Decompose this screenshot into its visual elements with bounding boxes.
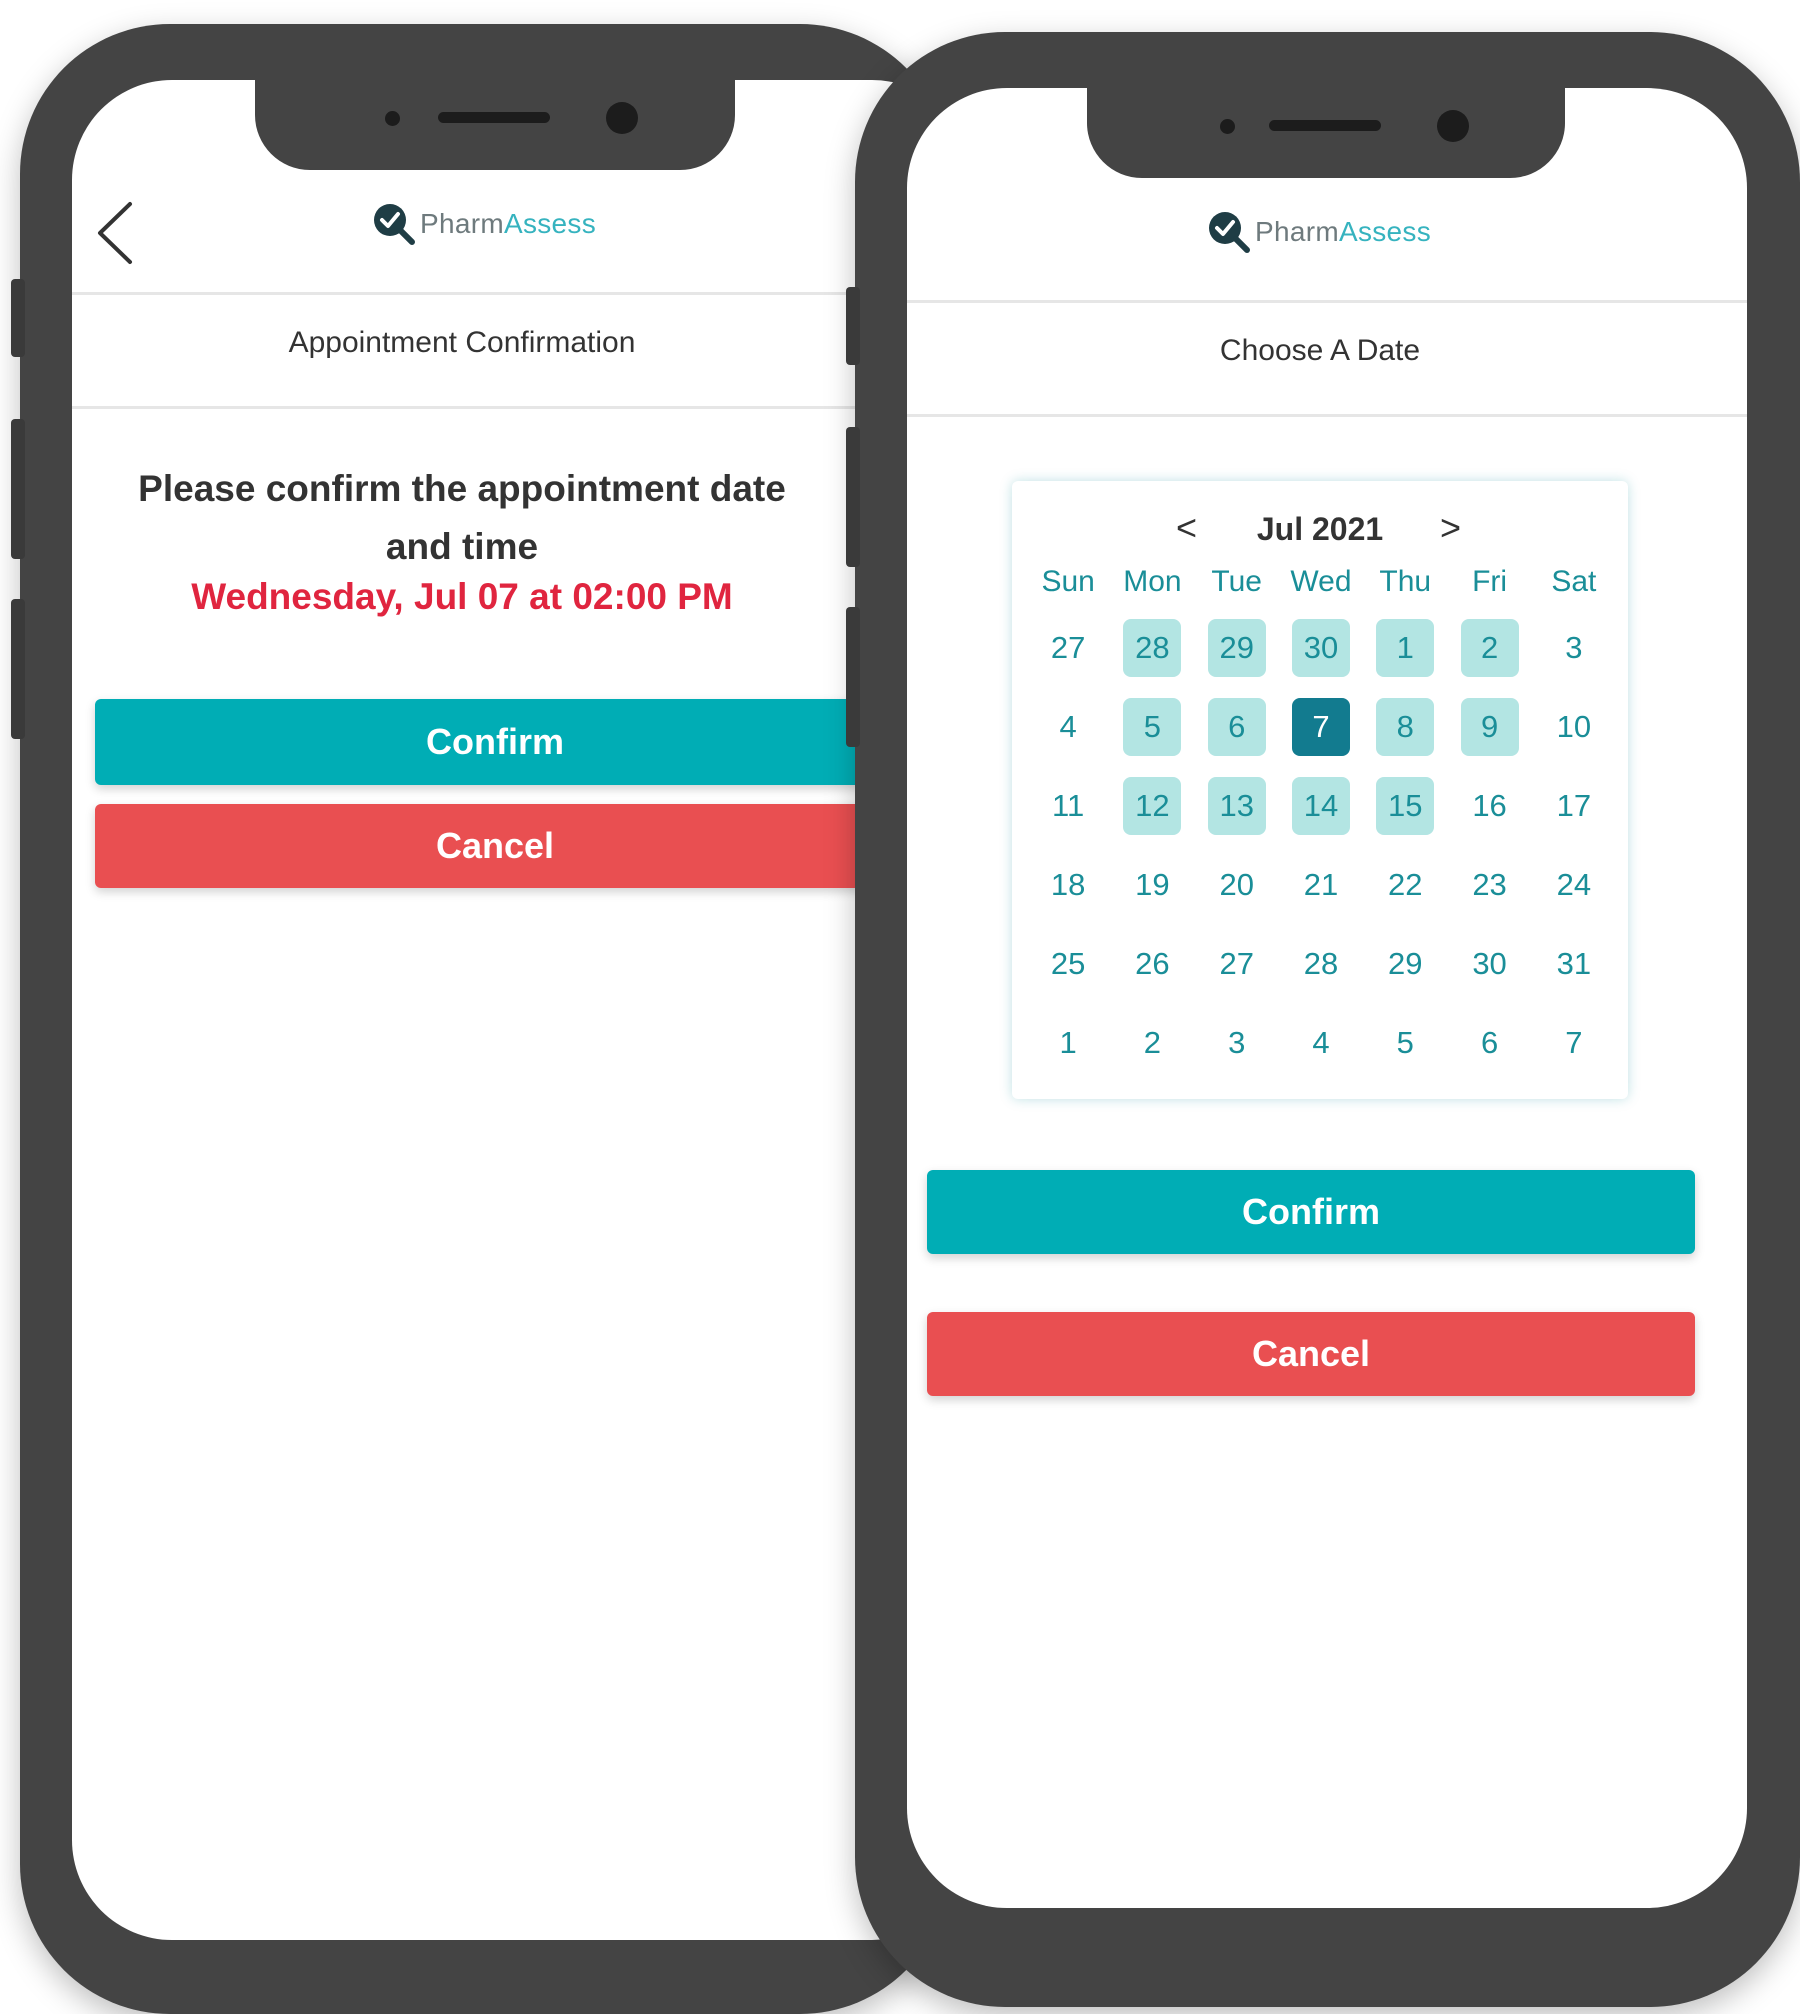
calendar-day[interactable]: 8 <box>1376 698 1435 756</box>
calendar-day[interactable]: 23 <box>1461 856 1519 914</box>
calendar-day[interactable]: 29 <box>1376 935 1434 993</box>
calendar-day[interactable]: 6 <box>1207 698 1266 756</box>
calendar-day[interactable]: 21 <box>1292 856 1350 914</box>
calendar-day[interactable]: 7 <box>1545 1014 1603 1072</box>
front-camera <box>1437 110 1469 142</box>
calendar-day[interactable]: 24 <box>1545 856 1603 914</box>
calendar-day[interactable]: 13 <box>1207 777 1266 835</box>
calendar-day[interactable]: 31 <box>1545 935 1603 993</box>
phone-notch <box>255 78 735 170</box>
check-magnifier-icon <box>372 202 416 246</box>
check-magnifier-icon <box>1207 210 1251 254</box>
calendar-day[interactable]: 2 <box>1123 1014 1181 1072</box>
screen-appointment-confirmation: PharmAssess Appointment Confirmation Ple… <box>72 80 972 1940</box>
calendar-day[interactable]: 26 <box>1123 935 1181 993</box>
calendar-day[interactable]: 16 <box>1461 777 1519 835</box>
calendar-day[interactable]: 17 <box>1545 777 1603 835</box>
logo-wordmark: PharmAssess <box>1255 216 1432 247</box>
calendar-day[interactable]: 3 <box>1208 1014 1266 1072</box>
phone-frame-left: PharmAssess Appointment Confirmation Ple… <box>11 24 972 2014</box>
calendar-day[interactable]: 30 <box>1461 935 1519 993</box>
calendar-day[interactable]: 10 <box>1545 698 1603 756</box>
weekday-label: Sun <box>1041 565 1095 598</box>
next-month-button[interactable]: > <box>1440 507 1461 549</box>
calendar-day[interactable]: 4 <box>1292 1014 1350 1072</box>
phone-notch <box>1087 86 1565 178</box>
volume-down-button <box>11 599 25 739</box>
calendar-day[interactable]: 3 <box>1545 619 1603 677</box>
month-label: Jul 2021 <box>1256 511 1384 547</box>
weekday-label: Sat <box>1551 565 1597 598</box>
weekday-header-row: Sun Mon Tue Wed Thu Fri Sat <box>1026 565 1616 599</box>
calendar-day[interactable]: 2 <box>1460 619 1519 677</box>
calendar-day-grid: 27 28 29 30 1 2 3 4 5 6 7 8 9 10 11 12 13 14 15 16 17 18 19 20 2… <box>1026 619 1616 1072</box>
pharmassess-logo: PharmAssess <box>1207 210 1431 254</box>
calendar-day[interactable]: 6 <box>1461 1014 1519 1072</box>
calendar-day[interactable]: 25 <box>1039 935 1097 993</box>
calendar-day[interactable]: 12 <box>1123 777 1182 835</box>
page-title: Appointment Confirmation <box>288 326 636 359</box>
weekday-label: Tue <box>1211 565 1262 598</box>
calendar-day[interactable]: 11 <box>1039 777 1097 835</box>
back-button[interactable] <box>92 198 142 268</box>
mute-switch <box>846 287 860 365</box>
calendar-day[interactable]: 28 <box>1123 619 1182 677</box>
mute-switch <box>11 279 25 357</box>
calendar-day[interactable]: 20 <box>1208 856 1266 914</box>
calendar-day[interactable]: 22 <box>1376 856 1434 914</box>
calendar-header: < Jul 2021 > <box>1012 507 1628 557</box>
page-title: Choose A Date <box>1219 334 1421 367</box>
speaker-grille <box>438 112 550 123</box>
sensor-dot <box>385 111 400 126</box>
calendar-day[interactable]: 19 <box>1123 856 1181 914</box>
pharmassess-logo: PharmAssess <box>372 202 596 246</box>
front-camera <box>606 102 638 134</box>
calendar-day[interactable]: 1 <box>1039 1014 1097 1072</box>
sensor-dot <box>1220 119 1235 134</box>
cancel-button[interactable]: Cancel <box>95 804 895 888</box>
phone-frame-right: PharmAssess Choose A Date < Jul 2021 > S… <box>846 32 1800 2007</box>
chevron-left-icon <box>98 202 132 264</box>
calendar-day[interactable]: 29 <box>1207 619 1266 677</box>
speaker-grille <box>1269 120 1381 131</box>
calendar-day[interactable]: 27 <box>1039 619 1097 677</box>
date-picker-calendar: < Jul 2021 > Sun Mon Tue Wed Thu Fri Sat 27 28 2… <box>1012 481 1628 1099</box>
weekday-label: Fri <box>1472 565 1508 598</box>
calendar-day[interactable]: 9 <box>1460 698 1519 756</box>
screen-choose-date: PharmAssess Choose A Date < Jul 2021 > S… <box>907 88 1747 1908</box>
title-bar: Appointment Confirmation <box>72 292 972 409</box>
confirmation-message: Please confirm the appointment date and … <box>138 468 786 567</box>
calendar-day[interactable]: 1 <box>1376 619 1435 677</box>
weekday-label: Mon <box>1123 565 1182 598</box>
calendar-day[interactable]: 28 <box>1292 935 1350 993</box>
confirm-button[interactable]: Confirm <box>95 699 895 785</box>
calendar-day[interactable]: 27 <box>1208 935 1266 993</box>
weekday-label: Wed <box>1290 565 1352 598</box>
confirm-button[interactable]: Confirm <box>927 1170 1695 1254</box>
calendar-day[interactable]: 14 <box>1291 777 1350 835</box>
title-bar: Choose A Date <box>907 300 1747 417</box>
appointment-datetime: Wednesday, Jul 07 at 02:00 PM <box>191 576 733 617</box>
calendar-day-selected[interactable]: 7 <box>1291 698 1350 756</box>
cancel-button[interactable]: Cancel <box>927 1312 1695 1396</box>
calendar-day[interactable]: 30 <box>1291 619 1350 677</box>
volume-up-button <box>11 419 25 559</box>
weekday-label: Thu <box>1379 565 1432 598</box>
logo-wordmark: PharmAssess <box>420 208 597 239</box>
calendar-day[interactable]: 5 <box>1123 698 1182 756</box>
volume-up-button <box>846 427 860 567</box>
volume-down-button <box>846 607 860 747</box>
calendar-day[interactable]: 15 <box>1376 777 1435 835</box>
calendar-day[interactable]: 4 <box>1039 698 1097 756</box>
calendar-day[interactable]: 5 <box>1376 1014 1434 1072</box>
calendar-day[interactable]: 18 <box>1039 856 1097 914</box>
